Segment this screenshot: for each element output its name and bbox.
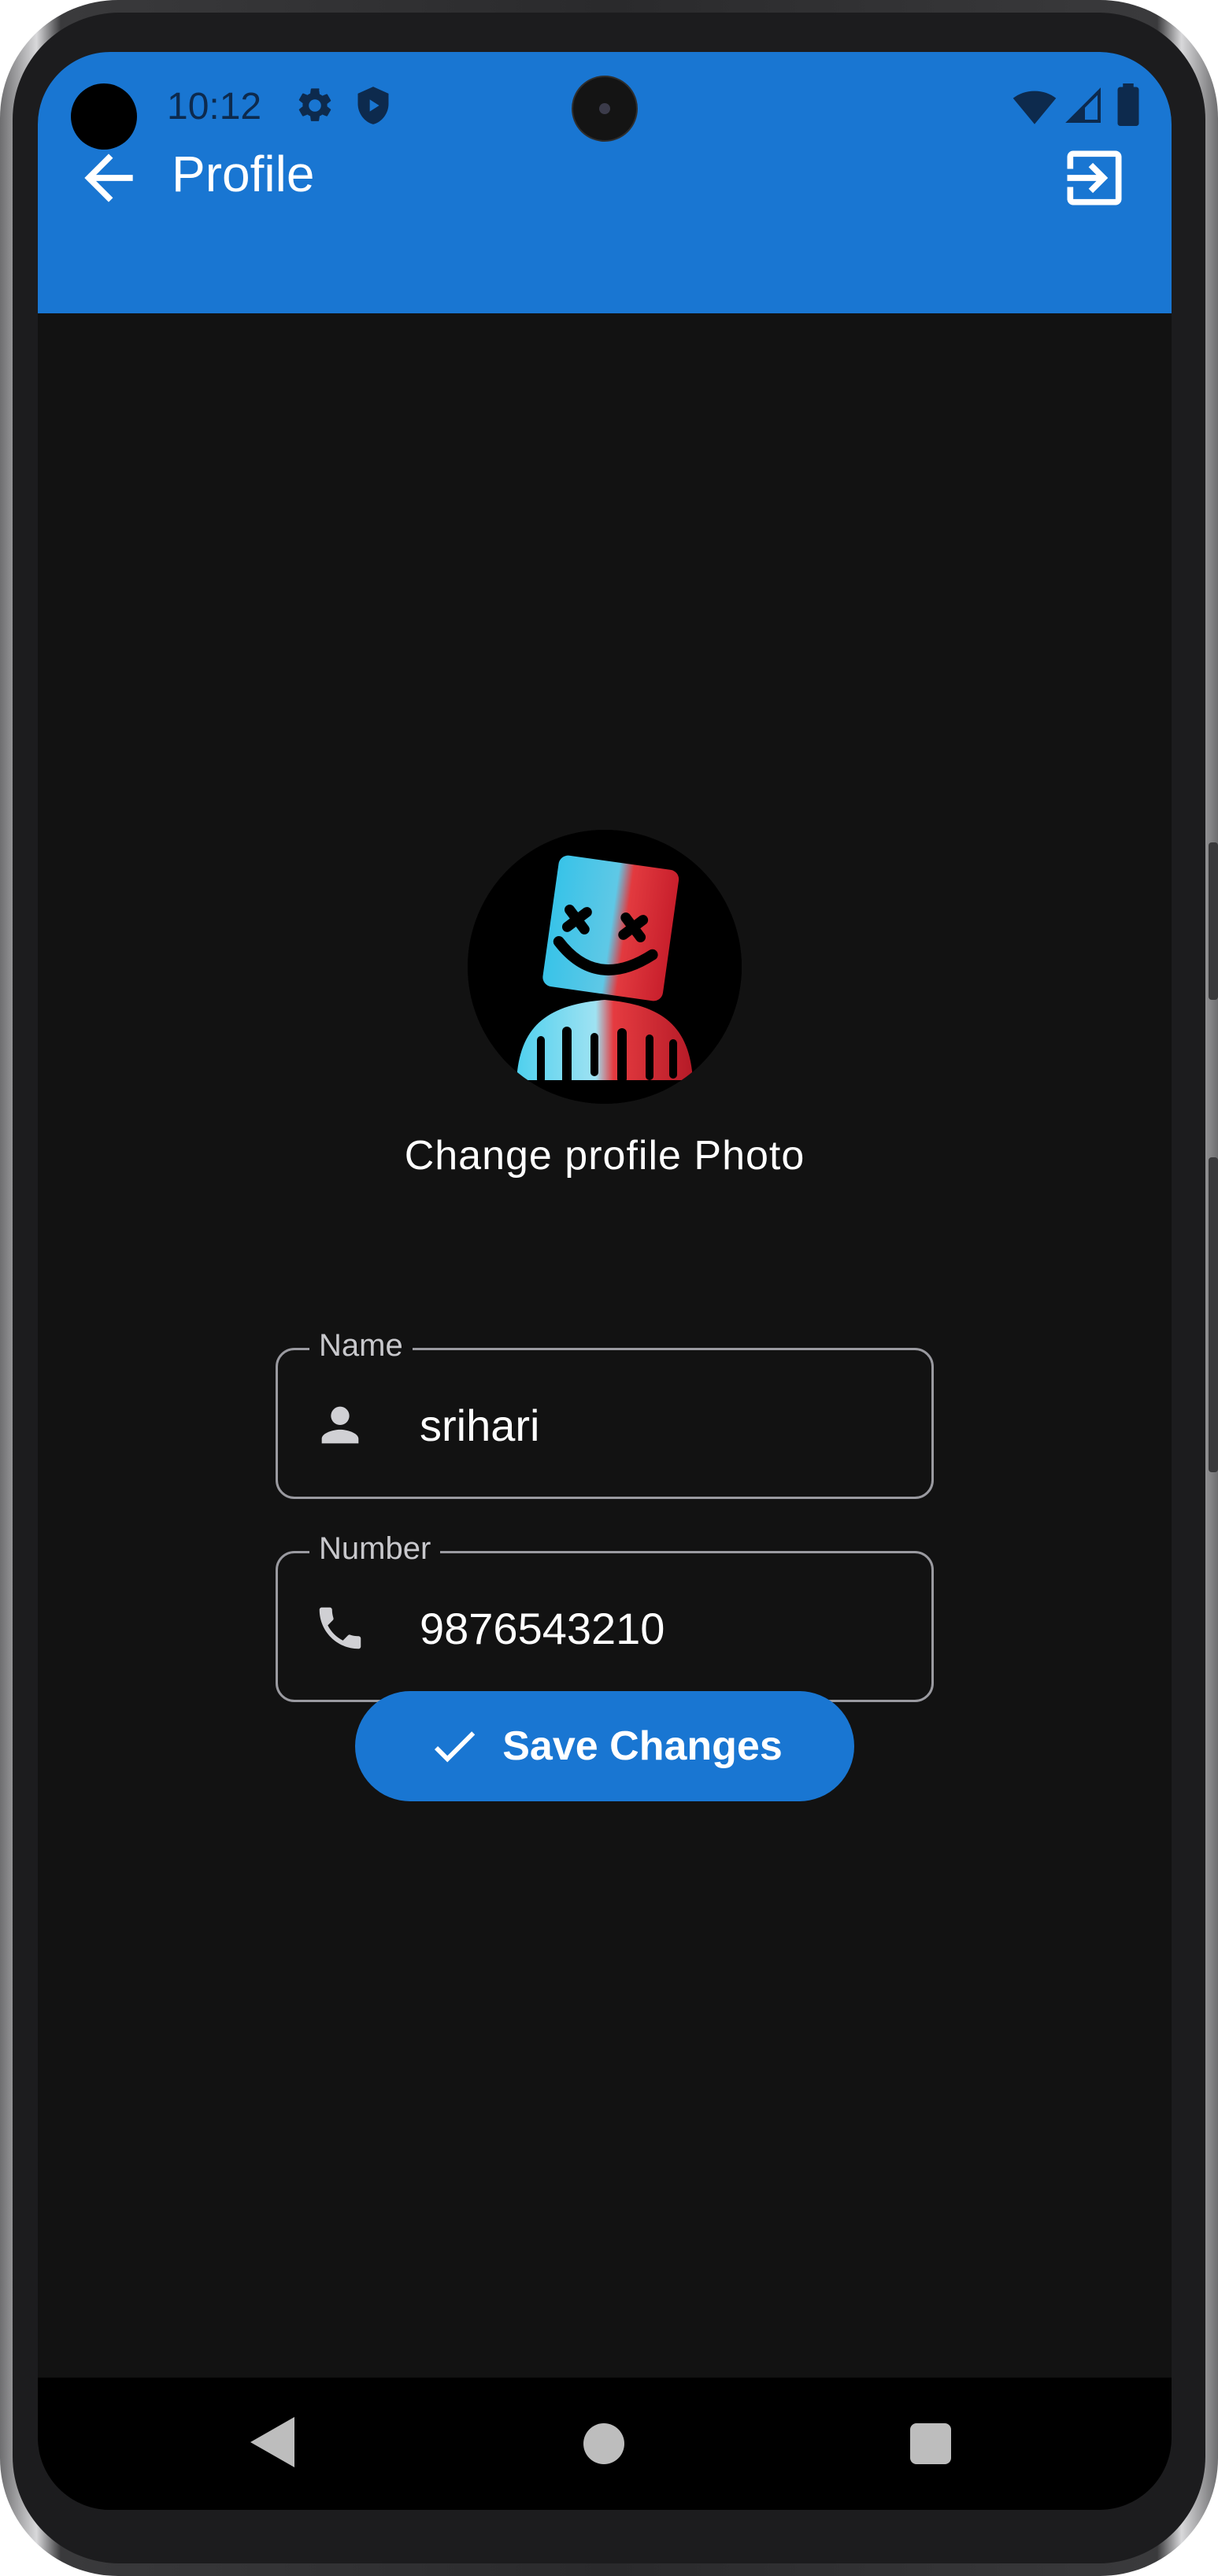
back-button[interactable]	[72, 142, 145, 214]
wifi-icon	[1013, 87, 1057, 130]
check-icon	[435, 1731, 476, 1763]
power-button	[1209, 1157, 1218, 1472]
nav-recents-button[interactable]	[910, 2423, 951, 2464]
nav-back-button[interactable]	[250, 2417, 294, 2471]
nav-back-icon	[250, 2417, 294, 2467]
name-field-label: Name	[309, 1328, 413, 1364]
shield-icon	[353, 85, 394, 130]
name-field[interactable]: Name	[276, 1328, 934, 1499]
status-time: 10:12	[167, 86, 262, 128]
system-nav-bar	[38, 2378, 1172, 2510]
logout-icon	[1067, 150, 1122, 205]
gear-icon	[294, 85, 335, 130]
screen: 10:12 Profile Change profile Photo Name …	[38, 52, 1172, 2510]
front-sensor	[71, 83, 137, 150]
page-title: Profile	[172, 146, 315, 202]
nav-home-button[interactable]	[583, 2423, 624, 2464]
number-field-label: Number	[309, 1531, 441, 1567]
avatar-image	[468, 830, 742, 1104]
phone-icon	[319, 1607, 361, 1649]
change-photo-link[interactable]: Change profile Photo	[38, 1132, 1172, 1179]
logout-button[interactable]	[1058, 142, 1131, 214]
name-input[interactable]	[420, 1386, 908, 1465]
battery-icon	[1116, 83, 1140, 130]
avatar[interactable]	[468, 830, 742, 1104]
camera-cutout	[572, 76, 638, 142]
app-bar: Profile	[38, 146, 1172, 313]
volume-button	[1209, 842, 1218, 1000]
save-changes-label: Save Changes	[502, 1723, 783, 1769]
signal-icon	[1064, 87, 1102, 128]
number-field[interactable]: Number	[276, 1531, 934, 1702]
arrow-back-icon	[84, 154, 133, 202]
save-changes-button[interactable]: Save Changes	[355, 1691, 854, 1801]
number-input[interactable]	[420, 1590, 908, 1668]
person-icon	[321, 1406, 359, 1444]
